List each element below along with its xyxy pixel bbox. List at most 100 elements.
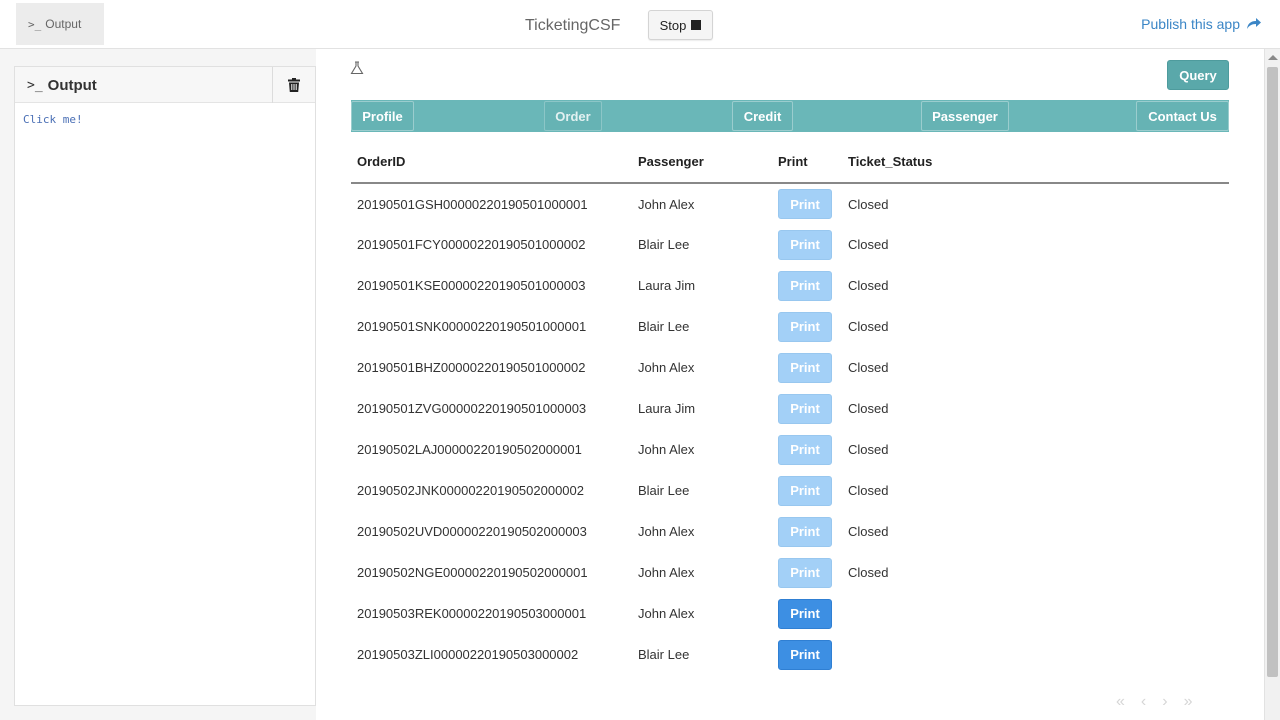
nav-order-button[interactable]: Order <box>544 101 602 131</box>
order-id-cell: 20190503REK00000220190503000001 <box>357 606 587 621</box>
table-row: 20190501BHZ00000220190501000002 John Alex… <box>351 347 1229 388</box>
stop-button[interactable]: Stop <box>648 10 713 40</box>
print-button[interactable]: Print <box>778 557 832 588</box>
table-header-row: OrderID Passenger Print Ticket_Status <box>351 141 1229 184</box>
order-id-cell: 20190502UVD00000220190502000003 <box>357 524 587 539</box>
column-header-print: Print <box>772 141 842 184</box>
passenger-cell: Blair Lee <box>638 483 690 498</box>
publish-label: Publish this app <box>1141 16 1240 32</box>
column-header-ticket-status: Ticket_Status <box>842 141 1229 184</box>
ticket-status-cell: Closed <box>848 442 889 457</box>
table-row: 20190501FCY00000220190501000002 Blair Lee… <box>351 224 1229 265</box>
scrollbar-thumb[interactable] <box>1267 67 1278 677</box>
passenger-cell: Blair Lee <box>638 319 690 334</box>
orders-table: OrderID Passenger Print Ticket_Status 20… <box>351 141 1229 675</box>
order-id-cell: 20190502NGE00000220190502000001 <box>357 565 588 580</box>
nav-passenger-button[interactable]: Passenger <box>921 101 1009 131</box>
ticket-status-cell: Closed <box>848 483 889 498</box>
passenger-cell: John Alex <box>638 360 695 375</box>
prev-page-icon[interactable]: ‹ <box>1141 693 1146 711</box>
passenger-cell: Blair Lee <box>638 647 690 662</box>
order-id-cell: 20190503ZLI00000220190503000002 <box>357 647 579 662</box>
print-button[interactable]: Print <box>778 434 832 465</box>
table-row: 20190502JNK00000220190502000002 Blair Lee… <box>351 470 1229 511</box>
order-id-cell: 20190502LAJ00000220190502000001 <box>357 442 582 457</box>
order-id-cell: 20190501ZVG00000220190501000003 <box>357 401 587 416</box>
table-row: 20190503REK00000220190503000001 John Alex… <box>351 593 1229 634</box>
ticket-status-cell: Closed <box>848 524 889 539</box>
column-header-orderid: OrderID <box>351 141 632 184</box>
app-main: Query Profile Order Credit Passenger Con… <box>316 49 1264 720</box>
print-cell: Print <box>772 224 842 265</box>
table-row: 20190502LAJ00000220190502000001 John Alex… <box>351 429 1229 470</box>
console-output-line: Click me! <box>23 113 83 126</box>
passenger-cell: John Alex <box>638 524 695 539</box>
output-tab-label: Output <box>45 17 82 31</box>
print-cell: Print <box>772 593 842 634</box>
print-button[interactable]: Print <box>778 598 832 629</box>
table-row: 20190501KSE00000220190501000003 Laura Jim… <box>351 265 1229 306</box>
passenger-cell: Laura Jim <box>638 401 696 416</box>
print-cell: Print <box>772 347 842 388</box>
print-cell: Print <box>772 511 842 552</box>
print-button[interactable]: Print <box>778 189 832 219</box>
terminal-icon: >_ <box>28 17 42 31</box>
order-id-cell: 20190501BHZ00000220190501000002 <box>357 360 586 375</box>
print-button[interactable]: Print <box>778 393 832 424</box>
ticket-status-cell: Closed <box>848 319 889 334</box>
print-cell: Print <box>772 470 842 511</box>
table-row: 20190501GSH00000220190501000001 John Alex… <box>351 183 1229 224</box>
table-row: 20190502NGE00000220190502000001 John Alex… <box>351 552 1229 593</box>
ticket-status-cell: Closed <box>848 360 889 375</box>
print-button[interactable]: Print <box>778 639 832 670</box>
print-cell: Print <box>772 265 842 306</box>
order-id-cell: 20190502JNK00000220190502000002 <box>357 483 584 498</box>
orders-table-body: 20190501GSH00000220190501000001 John Alex… <box>351 183 1229 675</box>
ticket-status-cell: Closed <box>848 401 889 416</box>
nav-bar: Profile Order Credit Passenger Contact U… <box>351 100 1229 132</box>
output-panel-title-text: Output <box>47 77 97 94</box>
output-panel-title: >_ Output <box>27 77 97 94</box>
table-row: 20190501ZVG00000220190501000003 Laura Jim… <box>351 388 1229 429</box>
print-cell: Print <box>772 388 842 429</box>
last-page-icon[interactable]: » <box>1184 693 1193 711</box>
top-bar: >_ Output TicketingCSF Stop Publish this… <box>0 0 1280 49</box>
print-cell: Print <box>772 634 842 675</box>
nav-credit-button[interactable]: Credit <box>732 101 793 131</box>
passenger-cell: John Alex <box>638 196 695 212</box>
output-tab[interactable]: >_ Output <box>16 3 104 45</box>
page-scrollbar[interactable] <box>1264 49 1280 720</box>
pagination: « ‹ › » <box>1116 693 1192 711</box>
print-cell: Print <box>772 183 842 224</box>
nav-profile-button[interactable]: Profile <box>351 101 414 131</box>
print-button[interactable]: Print <box>778 352 832 383</box>
publish-link[interactable]: Publish this app <box>1141 16 1262 32</box>
trash-icon <box>288 78 300 92</box>
table-row: 20190503ZLI00000220190503000002 Blair Lee… <box>351 634 1229 675</box>
print-button[interactable]: Print <box>778 475 832 506</box>
clear-output-button[interactable] <box>272 67 315 103</box>
print-button[interactable]: Print <box>778 229 832 260</box>
output-panel-header: >_ Output <box>15 67 315 103</box>
print-cell: Print <box>772 306 842 347</box>
passenger-cell: John Alex <box>638 565 695 580</box>
first-page-icon[interactable]: « <box>1116 693 1125 711</box>
scroll-up-icon[interactable] <box>1268 55 1278 60</box>
print-button[interactable]: Print <box>778 270 832 301</box>
query-button[interactable]: Query <box>1167 60 1229 90</box>
nav-contact-button[interactable]: Contact Us <box>1136 101 1229 131</box>
ticket-status-cell: Closed <box>848 196 889 212</box>
print-cell: Print <box>772 429 842 470</box>
ticket-status-cell <box>842 634 1229 675</box>
order-id-cell: 20190501SNK00000220190501000001 <box>357 319 587 334</box>
print-cell: Print <box>772 552 842 593</box>
terminal-icon: >_ <box>27 78 43 93</box>
column-header-passenger: Passenger <box>632 141 772 184</box>
print-button[interactable]: Print <box>778 516 832 547</box>
stop-button-label: Stop <box>659 17 687 33</box>
next-page-icon[interactable]: › <box>1162 693 1167 711</box>
ticket-status-cell: Closed <box>848 278 889 293</box>
print-button[interactable]: Print <box>778 311 832 342</box>
table-row: 20190501SNK00000220190501000001 Blair Lee… <box>351 306 1229 347</box>
app-title: TicketingCSF <box>525 17 621 34</box>
